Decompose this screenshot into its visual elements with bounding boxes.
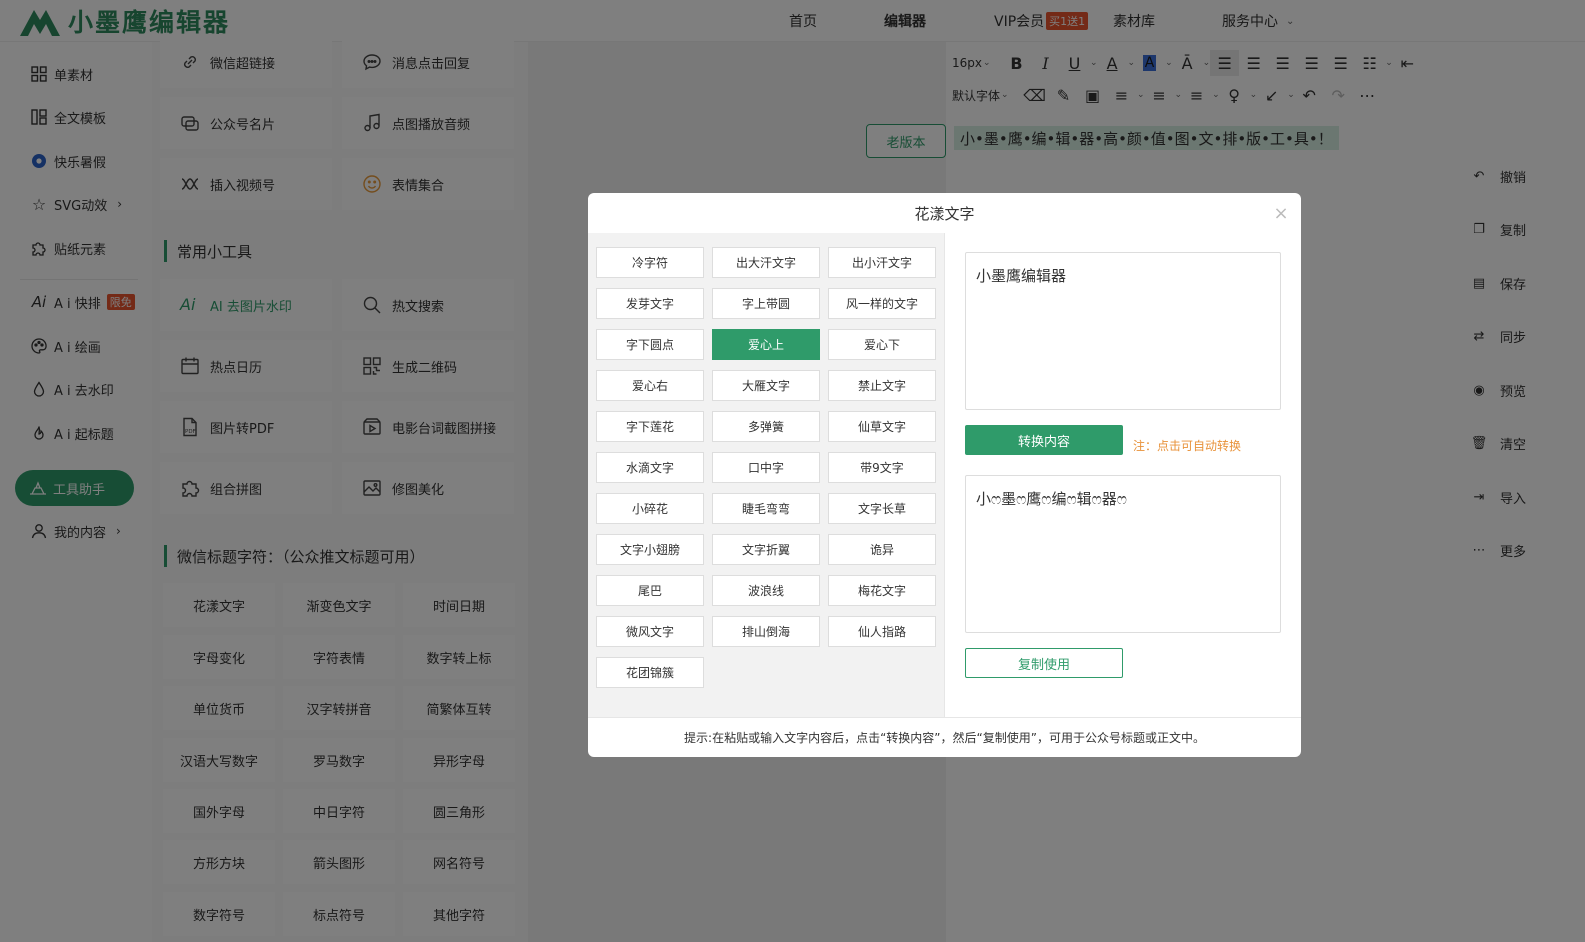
style-option[interactable]: 微风文字: [596, 616, 704, 647]
fancy-text-modal: 花漾文字 × 冷字符 出大汗文字 出小汗文字 发芽文字 字上带圆 风一样的文字 字下圆点 爱心…: [588, 193, 1301, 757]
style-option[interactable]: 发芽文字: [596, 288, 704, 319]
source-text-input[interactable]: [965, 252, 1281, 410]
style-option[interactable]: 诡异: [828, 534, 936, 565]
style-option[interactable]: 字下圆点: [596, 329, 704, 360]
style-option[interactable]: 仙草文字: [828, 411, 936, 442]
style-option[interactable]: 水滴文字: [596, 452, 704, 483]
style-option[interactable]: 风一样的文字: [828, 288, 936, 319]
close-icon[interactable]: ×: [1271, 203, 1291, 224]
style-option[interactable]: 梅花文字: [828, 575, 936, 606]
style-option[interactable]: 多弹簧: [712, 411, 820, 442]
style-option[interactable]: 禁止文字: [828, 370, 936, 401]
style-options-grid: 冷字符 出大汗文字 出小汗文字发芽文字 字上带圆 风一样的文字字下圆点 爱心上 爱心下爱心右…: [596, 247, 938, 688]
style-option[interactable]: 仙人指路: [828, 616, 936, 647]
convert-note: 注：点击可自动转换: [1133, 439, 1242, 453]
modal-title: 花漾文字: [914, 204, 975, 223]
style-option[interactable]: 睫毛弯弯: [712, 493, 820, 524]
style-option[interactable]: 字下莲花: [596, 411, 704, 442]
style-option[interactable]: 带9文字: [828, 452, 936, 483]
convert-panel: 转换内容 注：点击可自动转换 小ෆ墨ෆ鹰ෆ编ෆ辑ෆ器ෆ 复制使用: [944, 233, 1301, 717]
style-option[interactable]: 冷字符: [596, 247, 704, 278]
style-option[interactable]: 出小汗文字: [828, 247, 936, 278]
style-option[interactable]: 爱心右: [596, 370, 704, 401]
style-option[interactable]: 出大汗文字: [712, 247, 820, 278]
convert-button[interactable]: 转换内容: [965, 425, 1123, 455]
style-options-panel: 冷字符 出大汗文字 出小汗文字发芽文字 字上带圆 风一样的文字字下圆点 爱心上 爱心下爱心右…: [588, 233, 944, 717]
style-option[interactable]: 文字长草: [828, 493, 936, 524]
output-text-box[interactable]: 小ෆ墨ෆ鹰ෆ编ෆ辑ෆ器ෆ: [965, 475, 1281, 633]
style-option[interactable]: 尾巴: [596, 575, 704, 606]
style-option[interactable]: 文字折翼: [712, 534, 820, 565]
style-option[interactable]: 文字小翅膀: [596, 534, 704, 565]
style-option[interactable]: 爱心下: [828, 329, 936, 360]
style-option[interactable]: 排山倒海: [712, 616, 820, 647]
style-option[interactable]: 爱心上: [712, 329, 820, 360]
style-option[interactable]: 小碎花: [596, 493, 704, 524]
style-option[interactable]: 口中字: [712, 452, 820, 483]
style-option[interactable]: 字上带圆: [712, 288, 820, 319]
style-option[interactable]: 花团锦簇: [596, 657, 704, 688]
style-option[interactable]: 波浪线: [712, 575, 820, 606]
modal-footer-tip: 提示:在粘贴或输入文字内容后，点击“转换内容”，然后“复制使用”，可用于公众号标…: [588, 717, 1301, 757]
style-option[interactable]: 大雁文字: [712, 370, 820, 401]
copy-use-button[interactable]: 复制使用: [965, 648, 1123, 678]
